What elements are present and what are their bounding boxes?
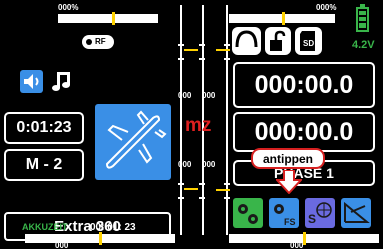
left-trim-marker-top (184, 44, 198, 56)
model-memory: M - 2 (25, 156, 63, 173)
bottom-right-trim-value: 000 (290, 241, 304, 249)
tick (224, 44, 230, 46)
model-time: 0:01:23 (16, 119, 72, 136)
tick (199, 44, 205, 46)
timer-bottom[interactable]: 000:00.0 (233, 112, 375, 152)
callout-arrow (276, 170, 302, 194)
tick (178, 58, 184, 60)
right-vertical-trim-1 (223, 5, 231, 235)
battery-time-label: AKKUZEIT (22, 222, 68, 232)
speaker-icon (24, 74, 39, 89)
tick (224, 58, 230, 60)
timer-top[interactable]: 000:00.0 (233, 62, 375, 108)
battery-voltage: 4.2V (352, 39, 375, 51)
gears-fs-icon: FS (274, 204, 296, 227)
menu-settings-button[interactable]: S (305, 198, 335, 228)
headphones-button[interactable] (232, 27, 261, 55)
headphones-icon (235, 30, 258, 48)
timer-top-value: 000:00.0 (254, 71, 354, 99)
timer-bottom-value: 000:00.0 (254, 118, 354, 146)
right-trim-marker-bottom (216, 189, 230, 191)
left-vertical-trim-1 (177, 5, 185, 235)
menu-gears-button[interactable] (233, 198, 263, 228)
tick (178, 44, 184, 46)
menu-gears-fs-button[interactable]: FS (269, 198, 299, 228)
music-button[interactable] (49, 69, 74, 94)
tap-callout: antippen (251, 148, 325, 169)
left-trim-bar (58, 14, 158, 23)
settings-globe-icon: S (308, 202, 332, 226)
svg-text:FS: FS (284, 217, 296, 227)
tick (224, 183, 230, 185)
battery-icon (356, 4, 369, 32)
menu-telemetry-button[interactable] (341, 198, 371, 228)
gears-icon (238, 204, 258, 224)
right-trim-value-2: 000 (202, 160, 216, 169)
receiver-icon-text: RF (95, 37, 106, 46)
tick (199, 58, 205, 60)
left-trim-indicator (112, 12, 115, 25)
left-trim-percent: 000% (58, 3, 79, 12)
lock-icon (270, 30, 286, 51)
bottom-left-trim-value: 000 (55, 241, 69, 249)
speaker-button[interactable] (20, 70, 43, 93)
bottom-right-trim-indicator (303, 232, 306, 245)
model-image-button[interactable] (95, 104, 171, 180)
left-trim-marker-bottom (184, 183, 198, 195)
tick (199, 197, 205, 199)
sd-card-button[interactable]: SD (295, 27, 322, 55)
receiver-button[interactable]: RF (80, 27, 120, 57)
tick (224, 197, 230, 199)
left-trim-value-2: 000 (202, 91, 216, 100)
telemetry-icon (344, 201, 370, 223)
right-trim-value-1: 000 (178, 160, 192, 169)
right-trim-indicator (282, 12, 285, 25)
tick (199, 183, 205, 185)
svg-text:S: S (308, 212, 316, 226)
tick (178, 197, 184, 199)
battery-time-value: 00: 01: 23 (90, 222, 136, 233)
airplane-icon (105, 110, 167, 169)
bottom-left-trim-indicator (99, 232, 102, 245)
sd-card-icon: SD (300, 31, 315, 51)
lock-button[interactable] (265, 27, 291, 55)
right-trim-percent: 000% (316, 3, 337, 12)
music-note-icon (52, 72, 70, 91)
right-trim-marker-top (216, 49, 230, 51)
model-memory-box[interactable]: M - 2 (4, 149, 84, 181)
mz-logo: mz (185, 115, 212, 136)
tap-callout-text: antippen (263, 152, 313, 166)
model-time-box[interactable]: 0:01:23 (4, 112, 84, 144)
left-trim-value-1: 000 (178, 91, 192, 100)
svg-text:SD: SD (303, 39, 314, 48)
transmitter-screen: 000% 000% 4.2V 000 000 000 000 RF SD 000… (0, 0, 383, 249)
tick (178, 183, 184, 185)
